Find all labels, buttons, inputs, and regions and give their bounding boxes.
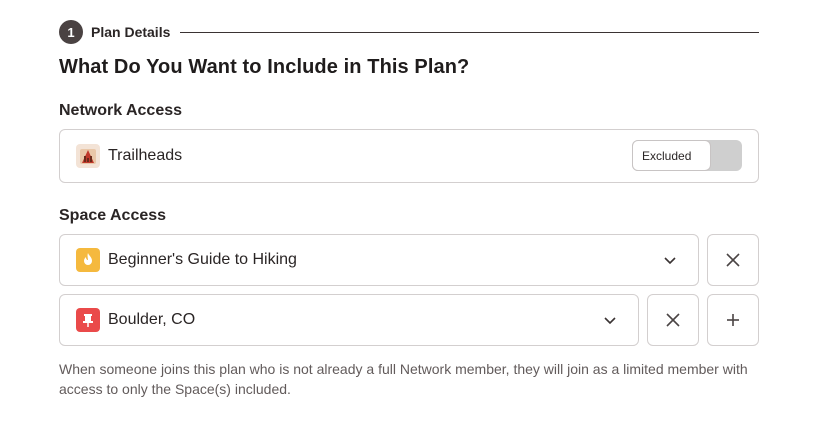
space-access-label: Space Access bbox=[59, 207, 167, 224]
chevron-down-icon bbox=[664, 257, 676, 265]
network-access-label: Network Access bbox=[59, 102, 183, 119]
plus-icon bbox=[727, 314, 739, 326]
help-text: When someone joins this plan who is not … bbox=[59, 361, 748, 397]
page-title: What Do You Want to Include in This Plan… bbox=[59, 56, 470, 78]
network-name: Trailheads bbox=[108, 147, 183, 164]
space-select-2[interactable]: Boulder, CO bbox=[59, 294, 639, 346]
remove-space-1-button[interactable] bbox=[707, 234, 759, 286]
close-icon bbox=[726, 253, 740, 267]
space-name: Beginner's Guide to Hiking bbox=[108, 251, 297, 268]
step-label: Plan Details bbox=[91, 24, 171, 40]
chevron-down-icon bbox=[604, 317, 616, 325]
step-header: 1 Plan Details bbox=[59, 20, 759, 44]
network-access-row: Trailheads Excluded bbox=[59, 129, 759, 183]
add-space-button[interactable] bbox=[707, 294, 759, 346]
toggle-label: Excluded bbox=[632, 140, 711, 171]
space-select-1[interactable]: Beginner's Guide to Hiking bbox=[59, 234, 699, 286]
space-name: Boulder, CO bbox=[108, 311, 196, 328]
network-access-toggle[interactable]: Excluded bbox=[632, 140, 742, 171]
trailheads-icon bbox=[76, 144, 100, 168]
fire-icon bbox=[76, 248, 100, 272]
step-divider bbox=[180, 31, 759, 33]
remove-space-2-button[interactable] bbox=[647, 294, 699, 346]
pushpin-icon bbox=[76, 308, 100, 332]
step-number-badge: 1 bbox=[59, 20, 83, 44]
close-icon bbox=[666, 313, 680, 327]
plan-details-panel: 1 Plan Details What Do You Want to Inclu… bbox=[0, 0, 814, 425]
